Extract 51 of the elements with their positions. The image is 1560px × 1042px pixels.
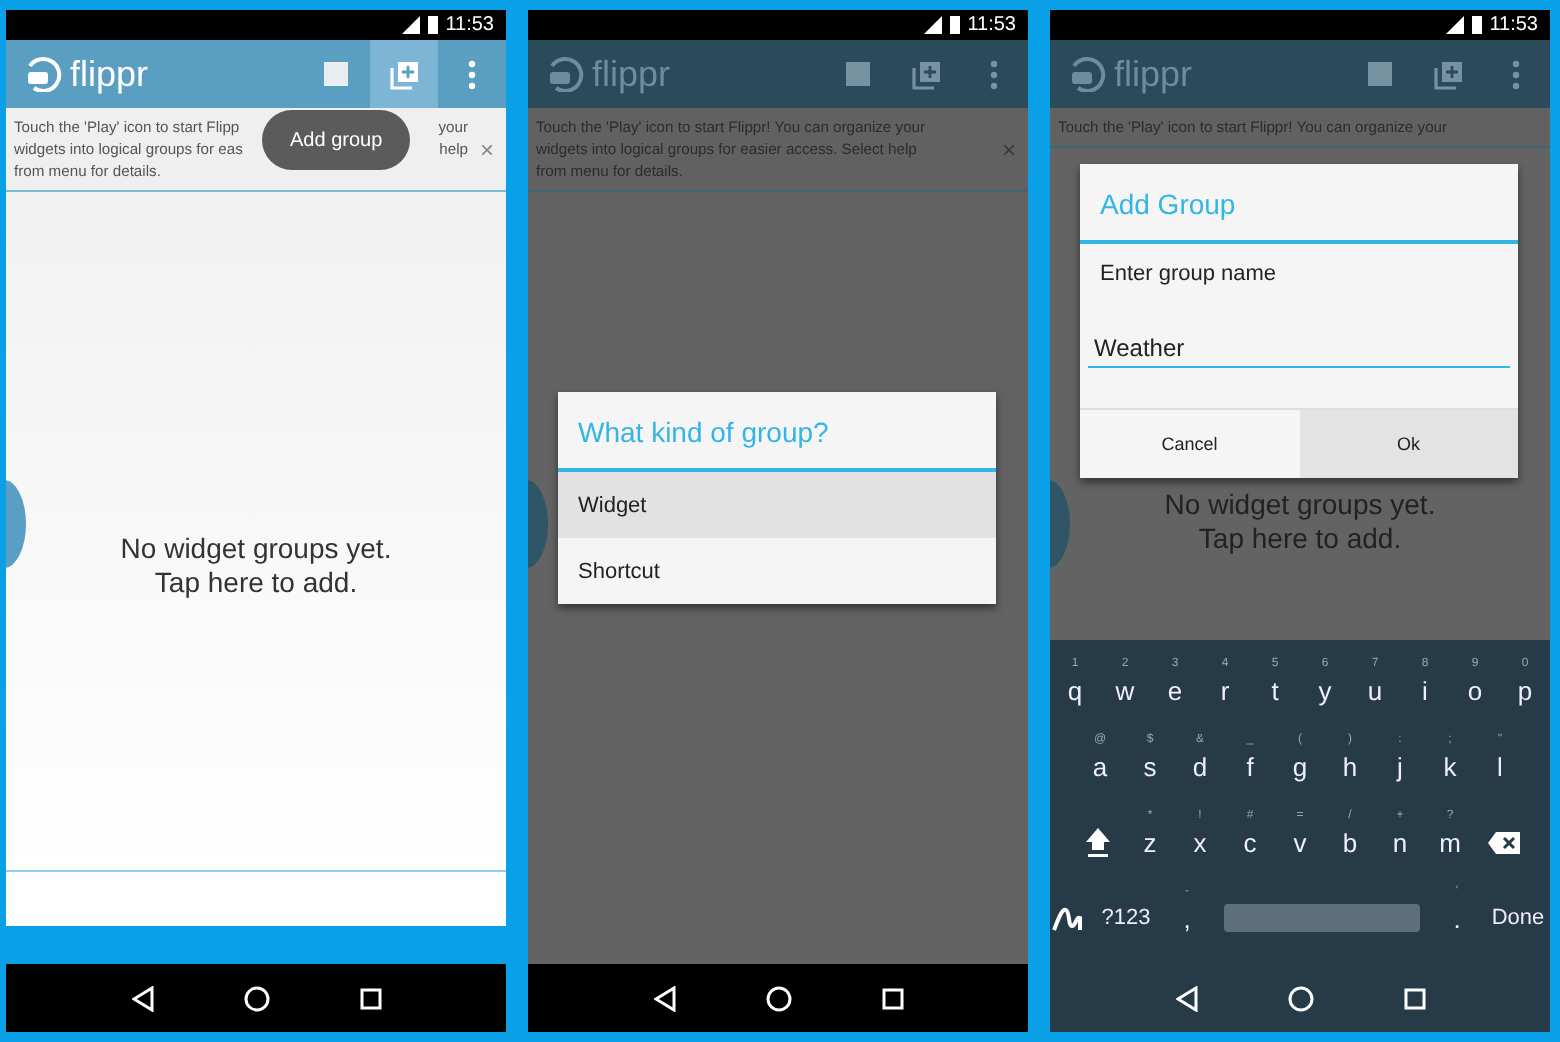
dialog-option[interactable]: Widget xyxy=(558,472,996,538)
home-button[interactable] xyxy=(1287,985,1313,1011)
dialog-option[interactable]: Shortcut xyxy=(558,538,996,604)
gesture-icon xyxy=(1052,904,1084,932)
menu-icon xyxy=(1512,59,1520,89)
dialog-button[interactable]: Cancel xyxy=(1080,410,1299,478)
battery-icon xyxy=(1471,16,1482,34)
status-time: 11:53 xyxy=(445,14,494,36)
logo-icon xyxy=(22,56,62,92)
menu-icon xyxy=(468,59,476,89)
recents-button[interactable] xyxy=(1403,987,1425,1009)
back-button[interactable] xyxy=(131,985,153,1011)
add-icon xyxy=(1433,59,1463,89)
logo-icon xyxy=(544,56,584,92)
home-button[interactable] xyxy=(765,985,791,1011)
toolbar-button[interactable] xyxy=(370,40,438,108)
keyboard-key[interactable]: ?123 xyxy=(1090,884,1162,952)
app-title: flippr xyxy=(1114,53,1193,95)
recents-button[interactable] xyxy=(881,987,903,1009)
recents-button[interactable] xyxy=(359,987,381,1009)
signal-icon xyxy=(401,16,420,34)
back-button[interactable] xyxy=(1175,985,1197,1011)
battery-icon xyxy=(427,16,438,34)
group-name-field[interactable]: Weather xyxy=(1088,330,1510,368)
app-title: flippr xyxy=(70,53,149,95)
stop-icon xyxy=(846,62,870,86)
menu-icon xyxy=(990,59,998,89)
dialog-button[interactable]: Ok xyxy=(1299,410,1518,478)
add-icon xyxy=(911,59,941,89)
shift-icon xyxy=(1083,826,1111,858)
keyboard-key[interactable]: Done xyxy=(1482,884,1550,952)
empty-message: Tap here to add. xyxy=(1196,522,1404,556)
logo-icon xyxy=(1066,56,1106,92)
signal-icon xyxy=(923,16,942,34)
home-button[interactable] xyxy=(243,985,269,1011)
dialog-prompt: Enter group name xyxy=(1098,260,1279,286)
backspace-icon xyxy=(1487,831,1519,853)
empty-message: No widget groups yet. xyxy=(1162,488,1438,522)
battery-icon xyxy=(949,16,960,34)
empty-message: No widget groups yet. xyxy=(118,532,394,566)
add-icon xyxy=(389,59,419,89)
signal-icon xyxy=(1445,16,1464,34)
back-button[interactable] xyxy=(653,985,675,1011)
dialog-title: Add Group xyxy=(1080,164,1518,244)
stop-icon xyxy=(324,62,348,86)
app-title: flippr xyxy=(592,53,671,95)
tooltip: Add group xyxy=(262,110,411,170)
stop-icon xyxy=(1368,62,1392,86)
empty-message: Tap here to add. xyxy=(152,566,360,600)
status-time: 11:53 xyxy=(967,14,1016,36)
status-time: 11:53 xyxy=(1489,14,1538,36)
